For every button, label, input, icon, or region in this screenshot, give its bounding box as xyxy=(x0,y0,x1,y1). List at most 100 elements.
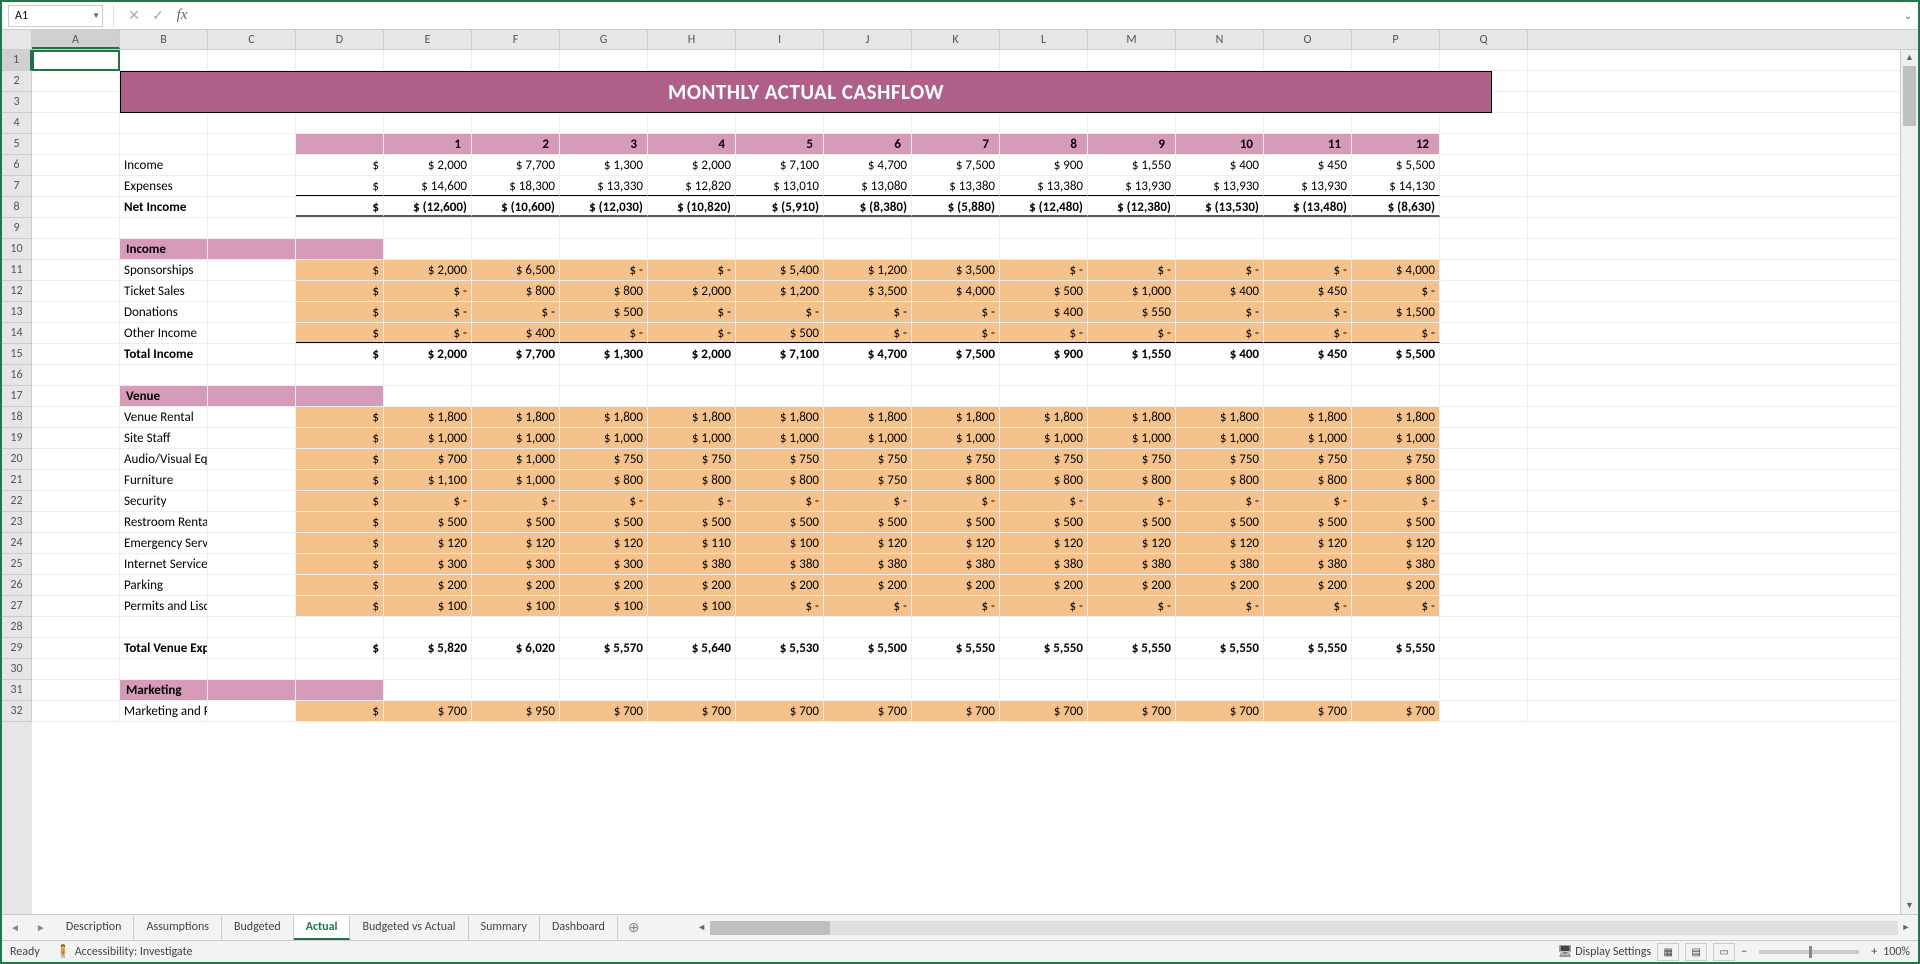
cell[interactable] xyxy=(208,155,296,175)
cell[interactable] xyxy=(384,617,472,637)
cell[interactable] xyxy=(208,575,296,595)
cell[interactable] xyxy=(1440,281,1528,301)
cell[interactable] xyxy=(1440,617,1528,637)
value-cell[interactable]: $ 12,820 xyxy=(648,176,736,196)
row-header-24[interactable]: 24 xyxy=(2,533,32,554)
total-value[interactable]: $ 5,570 xyxy=(560,638,648,658)
value-cell[interactable]: $ 800 xyxy=(1176,470,1264,490)
value-cell[interactable]: $ 1,000 xyxy=(1352,428,1440,448)
value-cell[interactable]: $ (10,600) xyxy=(472,197,560,217)
value-cell[interactable]: $ 5,500 xyxy=(1352,155,1440,175)
cell[interactable] xyxy=(1088,386,1176,406)
value-cell[interactable]: $ - xyxy=(384,323,472,343)
value-cell[interactable]: $ - xyxy=(472,302,560,322)
value-cell[interactable]: $ 1,800 xyxy=(1176,407,1264,427)
value-cell[interactable]: $ 500 xyxy=(1088,512,1176,532)
cell[interactable] xyxy=(1352,386,1440,406)
cell[interactable] xyxy=(1088,50,1176,70)
row-label[interactable]: Emergency Services xyxy=(120,533,208,553)
row-header-7[interactable]: 7 xyxy=(2,176,32,197)
section-header[interactable] xyxy=(296,680,384,700)
row-header-19[interactable]: 19 xyxy=(2,428,32,449)
value-cell[interactable]: $ 200 xyxy=(912,575,1000,595)
row-label[interactable]: Permits and Liscenses xyxy=(120,596,208,616)
cell[interactable] xyxy=(912,113,1000,133)
value-cell[interactable]: $ 13,330 xyxy=(560,176,648,196)
row-header-2[interactable]: 2 xyxy=(2,71,32,92)
value-cell[interactable]: $ - xyxy=(736,596,824,616)
column-header-F[interactable]: F xyxy=(472,30,560,49)
cell[interactable] xyxy=(1440,533,1528,553)
cell[interactable] xyxy=(384,365,472,385)
cell[interactable] xyxy=(32,134,120,154)
value-cell[interactable]: $ (12,030) xyxy=(560,197,648,217)
value-cell[interactable]: $ 700 xyxy=(560,701,648,721)
scroll-track[interactable] xyxy=(1901,66,1918,898)
sheet-tab-assumptions[interactable]: Assumptions xyxy=(134,916,221,940)
cell[interactable] xyxy=(1264,680,1352,700)
row-header-13[interactable]: 13 xyxy=(2,302,32,323)
value-cell[interactable]: $ 380 xyxy=(912,554,1000,574)
zoom-slider[interactable] xyxy=(1759,950,1859,954)
currency[interactable]: $ xyxy=(296,323,384,343)
value-cell[interactable]: $ 750 xyxy=(1352,449,1440,469)
row-header-32[interactable]: 32 xyxy=(2,701,32,722)
cell[interactable] xyxy=(384,239,472,259)
cell[interactable] xyxy=(1088,218,1176,238)
row-header-11[interactable]: 11 xyxy=(2,260,32,281)
cell[interactable] xyxy=(1088,365,1176,385)
value-cell[interactable]: $ (13,530) xyxy=(1176,197,1264,217)
column-header-N[interactable]: N xyxy=(1176,30,1264,49)
column-header-B[interactable]: B xyxy=(120,30,208,49)
cell[interactable] xyxy=(32,155,120,175)
cell[interactable] xyxy=(32,50,120,70)
total-value[interactable]: $ 1,550 xyxy=(1088,344,1176,364)
cell[interactable] xyxy=(208,323,296,343)
currency[interactable]: $ xyxy=(296,512,384,532)
value-cell[interactable]: $ 120 xyxy=(1264,533,1352,553)
value-cell[interactable]: $ 700 xyxy=(1176,701,1264,721)
value-cell[interactable]: $ 120 xyxy=(1088,533,1176,553)
value-cell[interactable]: $ 120 xyxy=(1176,533,1264,553)
cell[interactable] xyxy=(1352,659,1440,679)
value-cell[interactable]: $ - xyxy=(384,491,472,511)
cell[interactable] xyxy=(912,659,1000,679)
value-cell[interactable]: $ 200 xyxy=(384,575,472,595)
cell[interactable] xyxy=(1440,407,1528,427)
value-cell[interactable]: $ 14,600 xyxy=(384,176,472,196)
cell[interactable] xyxy=(560,50,648,70)
vertical-scrollbar[interactable]: ▲ ▼ xyxy=(1900,50,1918,914)
cell[interactable] xyxy=(1440,323,1528,343)
spreadsheet-grid[interactable]: MONTHLY ACTUAL CASHFLOW 123456789101112I… xyxy=(32,50,1900,914)
cell[interactable] xyxy=(1440,449,1528,469)
value-cell[interactable]: $ 750 xyxy=(1176,449,1264,469)
fx-icon[interactable]: fx xyxy=(170,5,194,27)
cell[interactable] xyxy=(1000,617,1088,637)
column-header-M[interactable]: M xyxy=(1088,30,1176,49)
cell[interactable] xyxy=(1440,554,1528,574)
value-cell[interactable]: $ 120 xyxy=(560,533,648,553)
currency[interactable]: $ xyxy=(296,407,384,427)
row-label[interactable]: Ticket Sales xyxy=(120,281,208,301)
column-header-D[interactable]: D xyxy=(296,30,384,49)
value-cell[interactable]: $ - xyxy=(1176,323,1264,343)
row-label[interactable]: Site Staff xyxy=(120,428,208,448)
cell[interactable] xyxy=(1440,239,1528,259)
value-cell[interactable]: $ 800 xyxy=(1000,470,1088,490)
value-cell[interactable]: $ 800 xyxy=(1088,470,1176,490)
cell[interactable] xyxy=(208,554,296,574)
value-cell[interactable]: $ - xyxy=(736,302,824,322)
cell[interactable] xyxy=(648,113,736,133)
cell[interactable] xyxy=(1264,617,1352,637)
cell[interactable] xyxy=(1440,176,1528,196)
cell[interactable] xyxy=(1000,50,1088,70)
column-header-E[interactable]: E xyxy=(384,30,472,49)
cell[interactable] xyxy=(384,386,472,406)
cell[interactable] xyxy=(208,659,296,679)
month-header[interactable]: 8 xyxy=(1000,134,1088,154)
month-header-blank[interactable] xyxy=(296,134,384,154)
summary-label[interactable]: Income xyxy=(120,155,208,175)
cell[interactable] xyxy=(1176,617,1264,637)
cell[interactable] xyxy=(1440,638,1528,658)
tab-nav-prev-icon[interactable]: ◄ xyxy=(2,921,28,934)
